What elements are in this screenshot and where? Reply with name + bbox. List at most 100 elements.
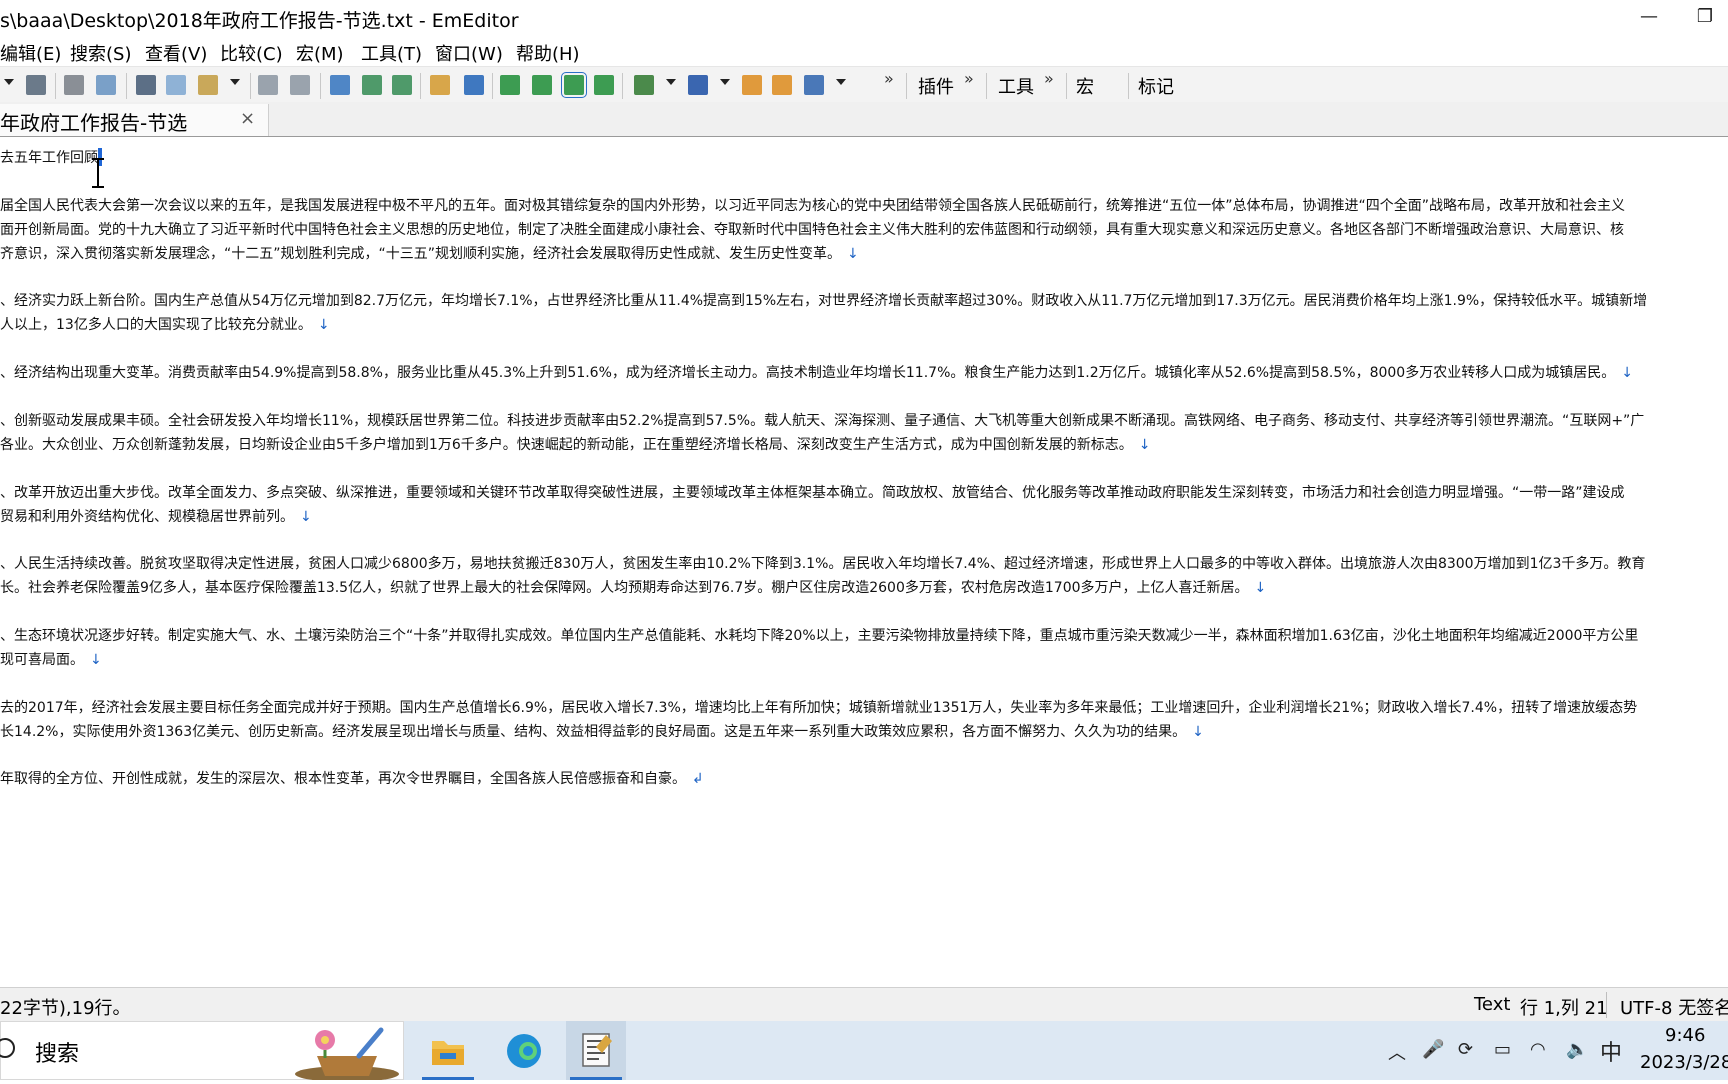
menu-tools[interactable]: 工具(T) <box>361 40 422 66</box>
properties-dropdown-icon[interactable] <box>666 79 676 85</box>
toolbar-overflow-icon[interactable]: » <box>884 69 894 88</box>
redo-icon[interactable] <box>290 75 310 95</box>
document-line: 、经济结构出现重大变革。消费贡献率由54.9%提高到58.8%，服务业比重从45… <box>0 362 1633 382</box>
print-icon[interactable] <box>64 75 84 95</box>
status-document-info: 22字节),19行。 <box>0 998 131 1019</box>
document-line: 齐意识，深入贯彻落实新发展理念，“十二五”规划胜利完成，“十三五”规划顺利实施，… <box>0 243 859 263</box>
macro-run-icon[interactable] <box>772 75 792 95</box>
menu-macro[interactable]: 宏(M) <box>296 40 344 66</box>
menu-edit[interactable]: 编辑(E) <box>0 40 61 66</box>
encoding-icon[interactable] <box>688 75 708 95</box>
toolbar-separator <box>250 73 251 99</box>
image-view-icon[interactable] <box>532 75 552 95</box>
tab-bar: 年政府工作报告-节选 × <box>0 102 1728 137</box>
status-encoding[interactable]: UTF-8 无签名 <box>1620 994 1728 1020</box>
copy-icon[interactable] <box>166 75 186 95</box>
title-bar: s\baaa\Desktop\2018年政府工作报告-节选.txt - EmEd… <box>0 0 1728 35</box>
cut-icon[interactable] <box>136 75 156 95</box>
paste-dropdown-icon[interactable] <box>230 79 240 85</box>
plugins-toolbar-label[interactable]: 插件 <box>918 73 954 99</box>
tab-label: 年政府工作报告-节选 <box>0 111 188 135</box>
document-line: 、创新驱动发展成果丰硕。全社会研发投入年均增长11%，规模跃居世界第二位。科技进… <box>0 410 1644 430</box>
end-of-line-mark: ↓ <box>1621 365 1633 382</box>
macro-record-icon[interactable] <box>742 75 762 95</box>
sync-icon[interactable]: ⟳ <box>1458 1039 1473 1060</box>
restore-button[interactable]: ❐ <box>1682 2 1728 32</box>
find-in-files-icon[interactable] <box>430 75 450 95</box>
undo-icon[interactable] <box>258 75 278 95</box>
document-line: 、经济实力跃上新台阶。国内生产总值从54万亿元增加到82.7万亿元，年均增长7.… <box>0 290 1647 310</box>
checklist-dropdown-icon[interactable] <box>836 79 846 85</box>
toolbar-separator <box>55 73 56 99</box>
ime-indicator[interactable]: 中 <box>1600 1035 1622 1067</box>
taskbar-search[interactable]: 搜索 <box>0 1021 404 1080</box>
document-line: 届全国人民代表大会第一次会议以来的五年，是我国发展进程中极不平凡的五年。面对极其… <box>0 195 1625 215</box>
line-text: 届全国人民代表大会第一次会议以来的五年，是我国发展进程中极不平凡的五年。面对极其… <box>0 197 1626 214</box>
line-text: 长14.2%，实际使用外资1363亿美元、创历史新高。经济发展呈现出增长与质量、… <box>0 723 1187 740</box>
find-next-icon[interactable] <box>362 75 382 95</box>
wifi-icon[interactable]: ◠ <box>1530 1039 1546 1060</box>
markers-toolbar-label[interactable]: 标记 <box>1138 73 1174 99</box>
document-line: 年取得的全方位、开创性成就，发生的深层次、根本性变革，再次令世界瞩目，全国各族人… <box>0 768 704 788</box>
close-tab-icon[interactable]: × <box>240 108 255 129</box>
status-file-mode[interactable]: Text <box>1474 994 1510 1015</box>
toolbar: » 插件 » 工具 » 宏 标记 <box>0 66 1728 103</box>
end-of-line-mark: ↓ <box>90 651 102 668</box>
status-separator <box>1606 992 1607 1018</box>
status-cursor-position[interactable]: 行 1,列 21 <box>1520 994 1608 1020</box>
show-hidden-icons-icon[interactable]: ︿ <box>1388 1039 1406 1065</box>
end-of-line-mark: ↲ <box>692 771 704 788</box>
taskbar: 搜索 ︿ 🎤 ⟳ ▭ ◠ 🔈 中 9:46 2023/3/28 <box>0 1021 1728 1080</box>
plugins-overflow-icon[interactable]: » <box>964 69 974 88</box>
taskbar-edge[interactable] <box>494 1021 554 1080</box>
encoding-dropdown-icon[interactable] <box>720 79 730 85</box>
document-line: 现可喜局面。 ↓ <box>0 649 102 669</box>
find-previous-icon[interactable] <box>392 75 412 95</box>
menu-help[interactable]: 帮助(H) <box>516 40 580 66</box>
document-properties-icon[interactable] <box>634 75 654 95</box>
end-of-line-mark: ↓ <box>1254 580 1267 597</box>
menu-compare[interactable]: 比较(C) <box>220 40 283 66</box>
clock-time[interactable]: 9:46 <box>1665 1025 1705 1046</box>
open-dropdown-icon[interactable] <box>4 79 14 85</box>
macros-toolbar-label[interactable]: 宏 <box>1076 73 1094 99</box>
paste-icon[interactable] <box>198 75 218 95</box>
line-text: 年取得的全方位、开创性成就，发生的深层次、根本性变革，再次令世界瞩目，全国各族人… <box>0 771 686 788</box>
filter-icon[interactable] <box>464 75 484 95</box>
line-text: 去五年工作回顾 <box>0 150 98 166</box>
line-text: 长。社会养老保险覆盖9亿多人，基本医疗保险覆盖13.5亿人，织就了世界上最大的社… <box>0 580 1249 597</box>
status-bar: 22字节),19行。 Text 行 1,列 21 UTF-8 无签名 <box>0 987 1728 1022</box>
document-line: 各业。大众创业、万众创新蓬勃发展，日均新设企业由5千多户增加到1万6千多户。快速… <box>0 434 1150 454</box>
taskbar-emeditor[interactable] <box>566 1021 626 1080</box>
toolbar-separator <box>126 73 127 99</box>
checklist-icon[interactable] <box>804 75 824 95</box>
search-icon <box>0 1038 15 1058</box>
toolbar-separator <box>906 73 907 99</box>
volume-icon[interactable]: 🔈 <box>1566 1039 1588 1060</box>
save-icon[interactable] <box>26 75 46 95</box>
document-line: 去的2017年，经济社会发展主要目标任务全面完成并好于预期。国内生产总值增长6.… <box>0 697 1637 717</box>
folder-icon <box>432 1041 464 1065</box>
line-text: 、经济实力跃上新台阶。国内生产总值从54万亿元增加到82.7万亿元，年均增长7.… <box>0 293 1648 310</box>
split-window-icon[interactable] <box>500 75 520 95</box>
microphone-icon[interactable]: 🎤 <box>1422 1039 1444 1060</box>
menu-view[interactable]: 查看(V) <box>145 40 207 66</box>
edge-icon <box>507 1034 541 1068</box>
menu-search[interactable]: 搜索(S) <box>70 40 131 66</box>
battery-icon[interactable]: ▭ <box>1494 1039 1511 1060</box>
taskbar-file-explorer[interactable] <box>418 1021 478 1080</box>
wrap-by-window-icon[interactable] <box>594 75 614 95</box>
print-preview-icon[interactable] <box>96 75 116 95</box>
clock-date[interactable]: 2023/3/28 <box>1640 1052 1728 1073</box>
document-line: 、生态环境状况逐步好转。制定实施大气、水、土壤污染防治三个“十条”并取得扎实成效… <box>0 625 1638 645</box>
toolbar-separator <box>1066 73 1067 99</box>
word-wrap-icon[interactable] <box>561 72 587 98</box>
document-tab[interactable]: 年政府工作报告-节选 × <box>0 104 269 136</box>
minimize-button[interactable]: — <box>1626 2 1672 32</box>
find-icon[interactable] <box>330 75 350 95</box>
tools-toolbar-label[interactable]: 工具 <box>998 73 1034 99</box>
text-editor[interactable]: 去五年工作回顾届全国人民代表大会第一次会议以来的五年，是我国发展进程中极不平凡的… <box>0 137 1728 987</box>
tools-overflow-icon[interactable]: » <box>1044 69 1054 88</box>
end-of-line-mark: ↓ <box>1192 723 1204 740</box>
menu-window[interactable]: 窗口(W) <box>435 40 503 66</box>
